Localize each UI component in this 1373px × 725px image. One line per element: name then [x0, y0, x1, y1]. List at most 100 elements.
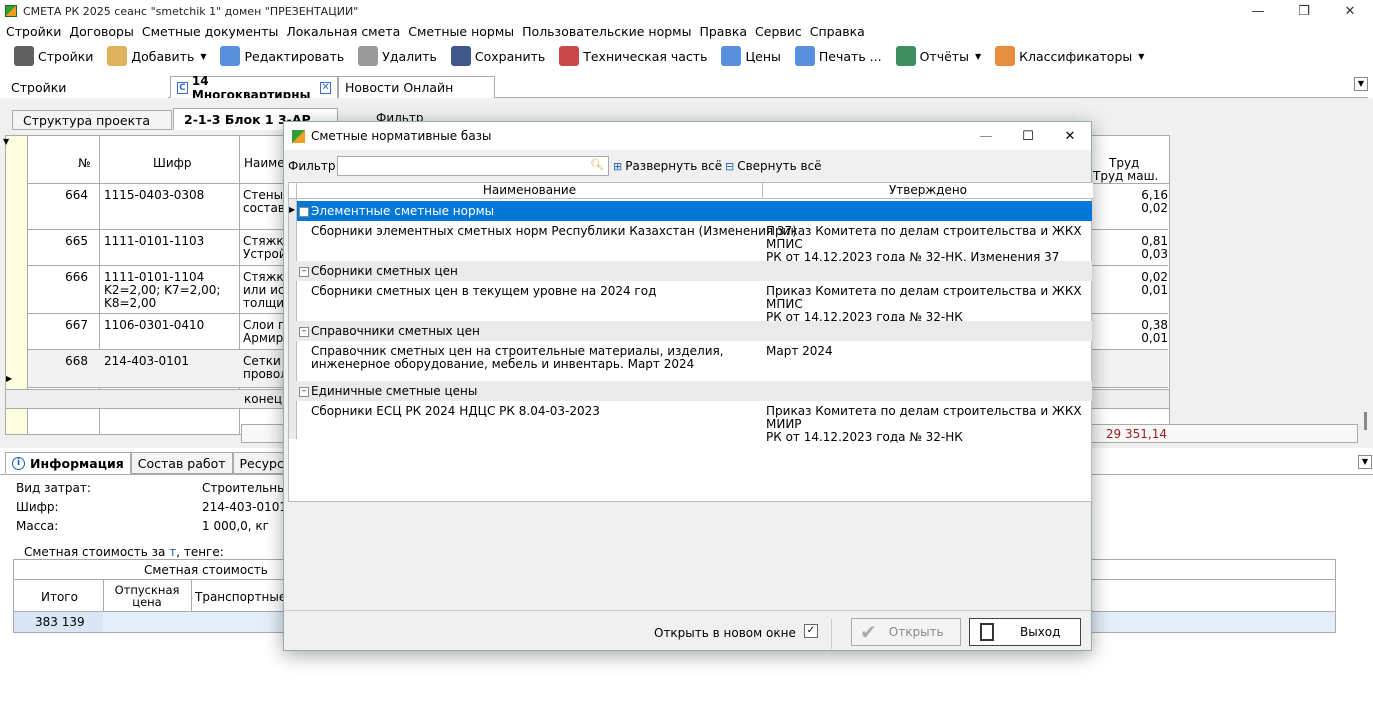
info-tabs: i Информация Состав работ Ресурсы — [5, 452, 301, 474]
toolbar-button-3[interactable]: Удалить — [358, 46, 437, 66]
dropdown-arrow-icon[interactable]: ▼ — [1138, 52, 1144, 61]
minimize-icon[interactable]: — — [1235, 0, 1281, 22]
menu-dogovory[interactable]: Договоры — [69, 24, 133, 39]
dialog-minimize-icon[interactable]: — — [965, 122, 1007, 150]
info-field-label: Шифр: — [16, 500, 59, 514]
cost-col-total: Итого — [41, 590, 78, 604]
dialog-maximize-icon[interactable]: ☐ — [1007, 122, 1049, 150]
header-code: Шифр — [153, 156, 192, 170]
collapse-node-icon[interactable]: – — [299, 387, 309, 397]
tree-item[interactable]: Справочник сметных цен на строительные м… — [297, 341, 1092, 381]
cell-num: 668 — [65, 354, 88, 368]
open-new-window-label: Открыть в новом окне — [654, 626, 796, 640]
tab-information[interactable]: i Информация — [5, 452, 131, 474]
cell-name: Стяжк Устрой — [243, 234, 287, 261]
tab-label: Стройки — [11, 79, 67, 95]
norm-bases-dialog: Сметные нормативные базы — ☐ ✕ Фильтр 🔍︎… — [283, 121, 1093, 651]
item-name: Справочник сметных цен на строительные м… — [311, 344, 724, 371]
menu-lokalnaya-smeta[interactable]: Локальная смета — [286, 24, 400, 39]
item-name: Сборники элементных сметных норм Республ… — [311, 224, 797, 238]
tree-group[interactable]: – Справочники сметных цен — [289, 321, 1092, 341]
toolbar-button-9[interactable]: Классификаторы ▼ — [995, 46, 1144, 66]
toolbar-button-1[interactable]: Добавить ▼ — [107, 46, 206, 66]
group-label: Элементные сметные нормы — [311, 204, 495, 218]
cost-col-price: Отпускная цена — [114, 583, 180, 609]
collapse-node-icon[interactable]: – — [299, 327, 309, 337]
menu-smetnye-normy[interactable]: Сметные нормы — [408, 24, 514, 39]
cell-num: 667 — [65, 318, 88, 332]
toolbar-label: Печать ... — [818, 48, 882, 64]
info-dropdown-icon[interactable]: ▼ — [1358, 455, 1372, 469]
norm-bases-tree: Наименование Утверждено – Элементные смет… — [288, 182, 1093, 502]
excel-icon — [895, 46, 916, 66]
tab-news[interactable]: Новости Онлайн — [338, 76, 495, 98]
header-num: № — [78, 156, 91, 170]
search-broom-icon[interactable]: 🔍︎ — [590, 158, 604, 171]
toolbar-button-4[interactable]: Сохранить — [450, 46, 545, 66]
restore-icon[interactable]: ❐ — [1281, 0, 1327, 22]
collapse-all-label: Свернуть всё — [737, 159, 822, 173]
column-approved[interactable]: Утверждено — [763, 183, 1093, 199]
tab-project[interactable]: С 14 Многоквартирны ✕ — [170, 74, 338, 102]
cell-num: 666 — [65, 270, 88, 284]
toolbar-button-0[interactable]: Стройки — [14, 46, 93, 66]
tree-item[interactable]: Сборники ЕСЦ РК 2024 НДЦС РК 8.04-03-202… — [297, 401, 1092, 444]
toolbar-label: Классификаторы — [1019, 48, 1133, 64]
cost-caption: Сметная стоимость за т, тенге: — [24, 545, 224, 559]
tab-project-structure[interactable]: Структура проекта — [12, 110, 172, 130]
item-name: Сборники ЕСЦ РК 2024 НДЦС РК 8.04-03-202… — [311, 404, 600, 418]
toolbar-label: Удалить — [382, 48, 437, 64]
scrollbar[interactable] — [1364, 412, 1367, 430]
tab-stroyki[interactable]: Стройки — [5, 76, 168, 98]
close-tab-icon[interactable]: ✕ — [320, 81, 331, 94]
toolbar-button-7[interactable]: Печать ... — [794, 46, 882, 66]
window-title: СМЕТА РК 2025 сеанс "smetchik 1" домен "… — [23, 4, 359, 18]
collapse-node-icon[interactable]: – — [299, 207, 309, 217]
toolbar-label: Добавить — [131, 48, 195, 64]
tab-work-composition[interactable]: Состав работ — [130, 452, 233, 474]
dropdown-arrow-icon[interactable]: ▼ — [200, 52, 206, 61]
cell-l2: 0,03 — [1141, 247, 1168, 261]
document-icon: С — [177, 81, 188, 94]
toolbar-button-6[interactable]: Цены — [721, 46, 781, 66]
collapse-all-button[interactable]: ⊟ Свернуть всё — [725, 159, 822, 173]
tab-label: Структура проекта — [23, 113, 151, 128]
tree-group[interactable]: – Единичные сметные цены — [289, 381, 1092, 401]
dialog-close-icon[interactable]: ✕ — [1049, 122, 1091, 150]
collapse-arrow-icon[interactable]: ▼ — [3, 137, 9, 146]
tree-item[interactable]: Сборники элементных сметных норм Республ… — [297, 221, 1092, 264]
dialog-filter-input[interactable]: 🔍︎ — [337, 156, 609, 176]
toolbar-button-8[interactable]: Отчёты ▼ — [895, 46, 981, 66]
close-icon[interactable]: ✕ — [1327, 0, 1373, 22]
dropdown-arrow-icon[interactable]: ▼ — [975, 52, 981, 61]
column-name-label: Наименование — [482, 183, 577, 197]
menu-stroyki[interactable]: Стройки — [6, 24, 61, 39]
end-label: конец — [244, 392, 282, 406]
tabs-dropdown-icon[interactable]: ▼ — [1354, 77, 1368, 91]
open-button[interactable]: ✔ Открыть — [851, 618, 961, 646]
menu-polzovatelskie-normy[interactable]: Пользовательские нормы — [522, 24, 691, 39]
toolbar-button-2[interactable]: Редактировать — [220, 46, 344, 66]
tree-group[interactable]: – Сборники сметных цен — [289, 261, 1092, 281]
pencil-icon — [220, 46, 241, 66]
menu-smetnye-dokumenty[interactable]: Сметные документы — [142, 24, 279, 39]
menu-pravka[interactable]: Правка — [699, 24, 747, 39]
toolbar-button-5[interactable]: Техническая часть — [559, 46, 707, 66]
cell-name: Стены, состав — [243, 188, 287, 215]
menu-spravka[interactable]: Справка — [810, 24, 865, 39]
menu-servis[interactable]: Сервис — [755, 24, 802, 39]
tree-item[interactable]: Сборники сметных цен в текущем уровне на… — [297, 281, 1092, 324]
info-field-label: Вид затрат: — [16, 481, 91, 495]
collapse-node-icon[interactable]: – — [299, 267, 309, 277]
column-name[interactable]: Наименование — [297, 183, 763, 199]
crane-icon — [14, 46, 34, 66]
expand-all-button[interactable]: ⊞ Развернуть всё — [613, 159, 722, 173]
tab-label: Состав работ — [137, 455, 226, 471]
add-doc-icon — [107, 46, 128, 66]
group-label: Сборники сметных цен — [311, 264, 458, 278]
open-new-window-checkbox[interactable]: ✓ — [804, 624, 818, 638]
pie-icon — [995, 46, 1016, 66]
exit-button[interactable]: Выход — [969, 618, 1081, 646]
info-field-value: Строительные — [202, 481, 294, 495]
tree-group[interactable]: – Элементные сметные нормы — [297, 201, 1092, 221]
